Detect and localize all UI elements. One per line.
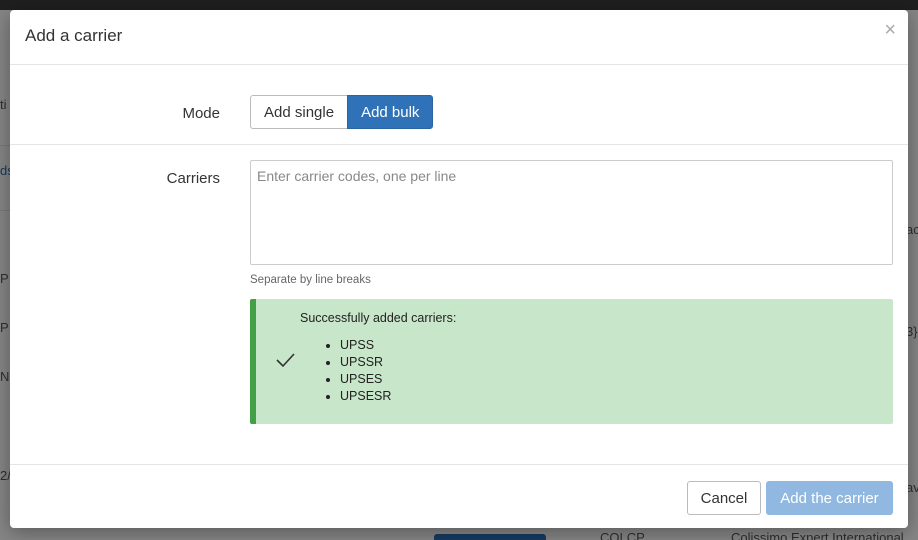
success-alert: Successfully added carriers: UPSS UPSSR … — [250, 299, 893, 424]
modal-header: Add a carrier × — [10, 10, 908, 65]
alert-title: Successfully added carriers: — [300, 311, 457, 325]
list-item: UPSESR — [340, 388, 391, 405]
mode-toggle: Add single Add bulk — [250, 95, 434, 129]
list-item: UPSSR — [340, 354, 391, 371]
mode-label: Mode — [182, 105, 220, 122]
modal-title: Add a carrier — [25, 26, 123, 45]
carriers-input[interactable] — [250, 160, 893, 265]
added-carriers-list: UPSS UPSSR UPSES UPSESR — [340, 337, 391, 405]
add-single-button[interactable]: Add single — [250, 95, 348, 129]
close-icon[interactable]: × — [884, 20, 896, 40]
carriers-label: Carriers — [166, 170, 220, 187]
modal-footer: Cancel Add the carrier — [10, 464, 908, 528]
list-item: UPSS — [340, 337, 391, 354]
add-carrier-button[interactable]: Add the carrier — [766, 481, 893, 515]
carriers-help-text: Separate by line breaks — [250, 274, 371, 286]
mode-row: Mode Add single Add bulk — [10, 65, 908, 145]
add-carrier-modal: Add a carrier × Mode Add single Add bulk… — [10, 10, 908, 528]
cancel-button[interactable]: Cancel — [687, 481, 761, 515]
add-bulk-button[interactable]: Add bulk — [347, 95, 434, 129]
list-item: UPSES — [340, 371, 391, 388]
check-icon — [276, 353, 295, 368]
